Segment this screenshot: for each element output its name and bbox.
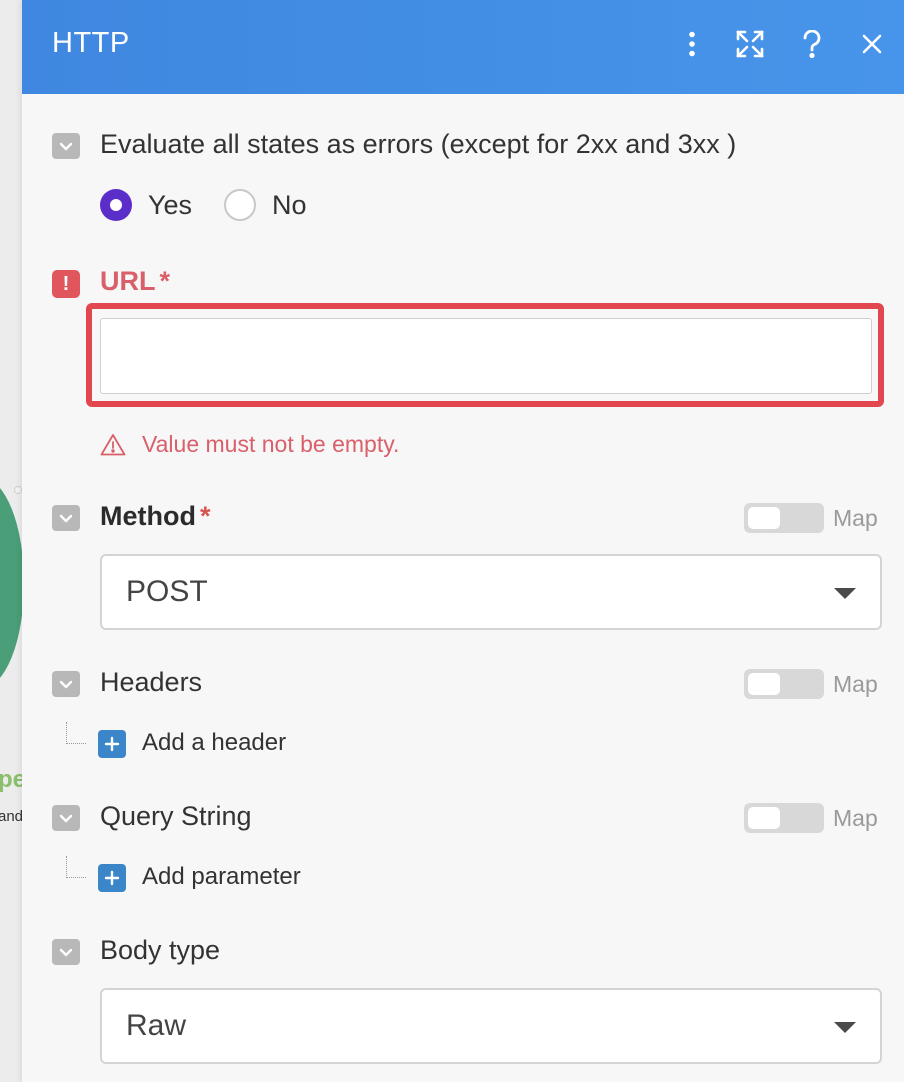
caret-down-icon: [834, 1022, 856, 1033]
query-string-collapse-toggle[interactable]: [52, 805, 80, 831]
chevron-down-icon: [59, 948, 73, 956]
caret-down-icon: [834, 588, 856, 599]
panel-header: HTTP: [22, 0, 904, 94]
http-module-panel: HTTP Evaluate all states as errors (exce…: [22, 0, 904, 1082]
help-icon[interactable]: [790, 22, 834, 66]
panel-title: HTTP: [52, 27, 130, 59]
exclamation-icon: !: [52, 270, 80, 298]
method-select-value: POST: [126, 575, 208, 608]
tree-connector: [66, 856, 86, 878]
radio-yes-label[interactable]: Yes: [148, 190, 192, 221]
body-type-select-value: Raw: [126, 1009, 187, 1042]
method-label: Method *: [100, 501, 211, 531]
node-title-fragment: pe: [0, 766, 22, 793]
tree-connector: [66, 722, 86, 744]
add-parameter-link[interactable]: Add parameter: [142, 863, 301, 891]
node-connector-dot: [14, 486, 22, 494]
chevron-down-icon: [59, 514, 73, 522]
body-type-select[interactable]: Raw: [100, 988, 882, 1064]
expand-icon[interactable]: [728, 22, 772, 66]
chevron-down-icon: [59, 142, 73, 150]
headers-label: Headers: [100, 667, 203, 697]
add-header-plus-icon[interactable]: [98, 730, 126, 758]
radio-no[interactable]: [224, 189, 257, 221]
url-error-message: Value must not be empty.: [100, 431, 399, 458]
url-label: URL *: [100, 266, 171, 296]
chevron-down-icon: [59, 680, 73, 688]
method-collapse-toggle[interactable]: [52, 505, 80, 531]
body-type-label: Body type: [100, 935, 221, 965]
warning-icon: [100, 434, 126, 456]
body-type-collapse-toggle[interactable]: [52, 939, 80, 965]
add-header-link[interactable]: Add a header: [142, 729, 286, 757]
method-select[interactable]: POST: [100, 554, 882, 630]
evaluate-errors-radio-group: Yes No: [100, 189, 339, 221]
scenario-canvas: pe and: [0, 0, 22, 1082]
method-map-toggle[interactable]: [744, 503, 824, 533]
headers-map-label: Map: [833, 671, 878, 697]
node-subtitle-fragment: and: [0, 808, 22, 825]
evaluate-errors-collapse-toggle[interactable]: [52, 133, 80, 159]
close-icon[interactable]: [850, 22, 894, 66]
method-map-label: Map: [833, 505, 878, 531]
query-string-map-toggle[interactable]: [744, 803, 824, 833]
add-parameter-plus-icon[interactable]: [98, 864, 126, 892]
query-string-label: Query String: [100, 801, 252, 831]
more-vertical-icon[interactable]: [670, 22, 714, 66]
headers-collapse-toggle[interactable]: [52, 671, 80, 697]
chevron-down-icon: [59, 814, 73, 822]
url-input[interactable]: [100, 318, 872, 394]
headers-map-toggle[interactable]: [744, 669, 824, 699]
radio-yes[interactable]: [100, 189, 132, 221]
query-string-map-label: Map: [833, 805, 878, 831]
radio-no-label[interactable]: No: [272, 190, 307, 221]
module-node[interactable]: [0, 478, 22, 688]
evaluate-errors-label: Evaluate all states as errors (except fo…: [100, 129, 737, 159]
